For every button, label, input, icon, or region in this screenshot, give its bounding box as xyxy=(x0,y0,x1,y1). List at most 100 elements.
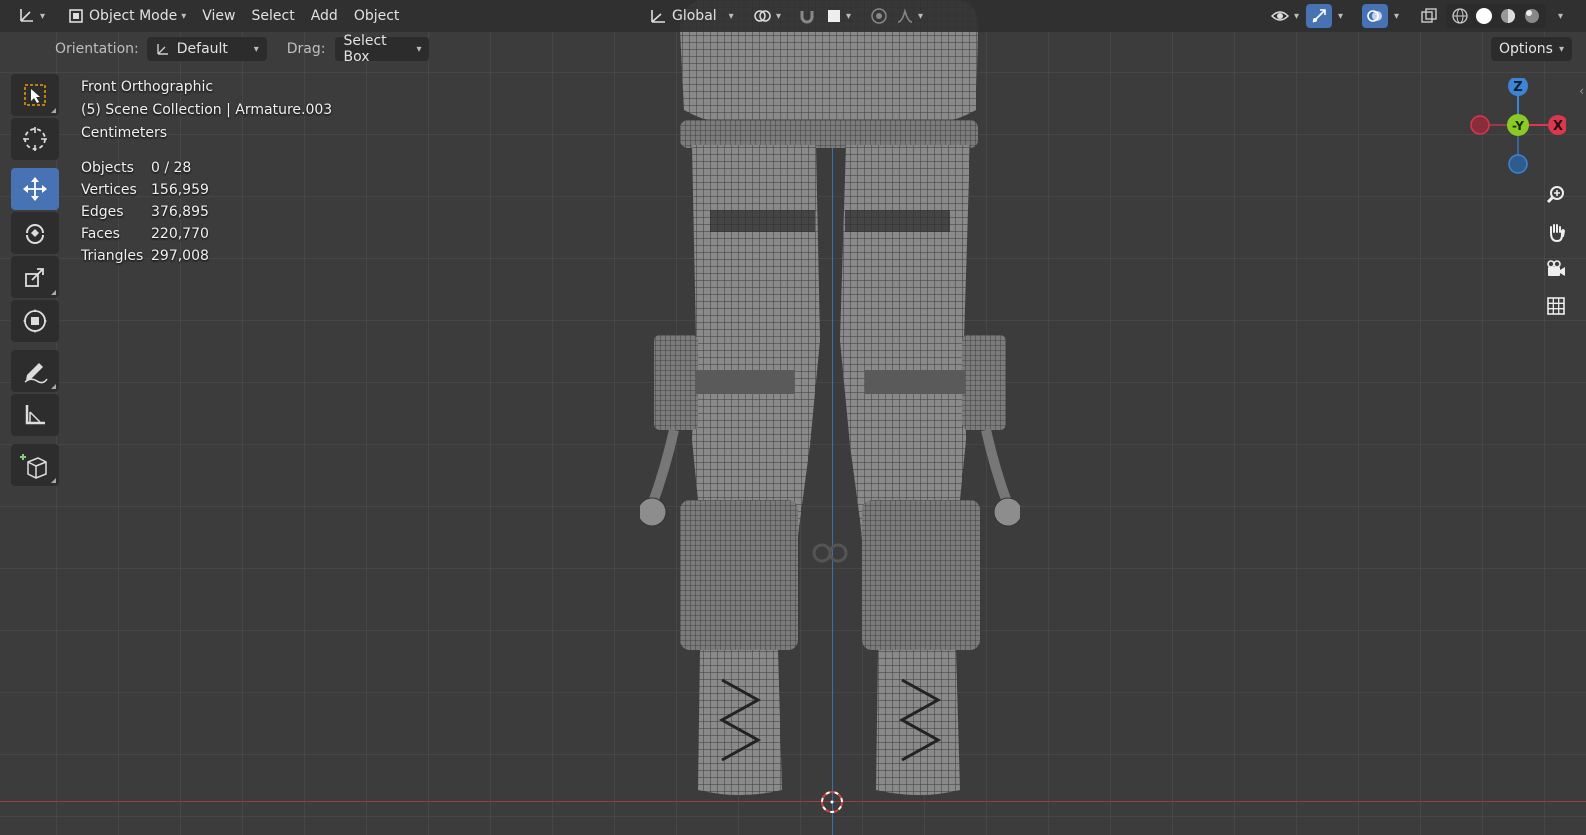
rendered-shading-icon[interactable] xyxy=(1522,6,1542,26)
gizmo-z-label: Z xyxy=(1513,80,1522,95)
annotate-tool[interactable] xyxy=(11,350,59,392)
sidebar-expand-arrow-icon[interactable]: ‹ xyxy=(1579,84,1584,98)
scene-statistics: Objects 0 / 28 Vertices 156,959 Edges 376,8… xyxy=(81,157,209,267)
stat-label: Faces xyxy=(81,226,120,242)
scale-icon xyxy=(25,268,44,287)
units-label: Centimeters xyxy=(81,125,168,141)
menu-view[interactable]: View xyxy=(194,8,243,24)
chevron-down-icon: ▾ xyxy=(1294,10,1300,22)
select-box-icon xyxy=(24,84,46,106)
rotate-icon xyxy=(26,224,44,244)
chevron-down-icon: ▾ xyxy=(181,10,187,22)
menu-object[interactable]: Object xyxy=(346,8,408,24)
orientation-dropdown[interactable]: Default ▾ xyxy=(146,37,267,61)
orientation-label: Global xyxy=(672,8,717,24)
zoom-view-button[interactable] xyxy=(1539,178,1573,212)
eye-icon xyxy=(1270,11,1290,21)
cursor-tool[interactable] xyxy=(11,118,59,160)
move-tool[interactable] xyxy=(11,168,59,210)
menu-add[interactable]: Add xyxy=(303,8,346,24)
character-wireframe-model[interactable] xyxy=(640,0,1020,805)
navigation-gizmo[interactable]: Z X -Y xyxy=(1470,78,1566,174)
add-cube-icon xyxy=(20,454,47,479)
shading-dropdown-chevron[interactable]: ▾ xyxy=(1550,4,1571,28)
chevron-down-icon: ▾ xyxy=(776,10,782,22)
toggle-perspective-button[interactable] xyxy=(1539,289,1573,323)
magnet-icon xyxy=(800,11,814,24)
material-preview-icon[interactable] xyxy=(1498,6,1518,26)
overlays-toggle[interactable] xyxy=(1362,4,1388,28)
proportional-editing-icon xyxy=(871,8,887,24)
wireframe-shading-icon[interactable] xyxy=(1450,6,1470,26)
chevron-down-icon: ▾ xyxy=(40,10,46,22)
gizmo-y-label: -Y xyxy=(1512,119,1524,133)
falloff-dropdown[interactable]: ▾ xyxy=(888,4,931,28)
measure-icon xyxy=(25,405,45,425)
orientation-axes-icon xyxy=(651,10,665,23)
pan-view-button[interactable] xyxy=(1539,215,1573,249)
solid-shading-icon[interactable] xyxy=(1474,6,1494,26)
hand-icon xyxy=(1550,224,1566,243)
tool-settings-bar: Orientation: Default ▾ Drag: Select Box … xyxy=(0,33,1586,65)
stat-label: Triangles xyxy=(81,248,144,264)
mode-label: Object Mode xyxy=(89,8,178,24)
move-icon xyxy=(23,177,47,201)
pivot-point-dropdown[interactable]: ▾ xyxy=(744,4,789,28)
cursor-icon xyxy=(23,127,47,151)
drag-dropdown[interactable]: Select Box ▾ xyxy=(335,33,430,65)
chevron-down-icon: ▾ xyxy=(918,10,924,22)
add-cube-tool[interactable] xyxy=(11,444,59,486)
select-box-tool[interactable] xyxy=(11,74,59,116)
xray-icon xyxy=(1421,8,1437,23)
tool-options-corner xyxy=(51,290,56,295)
orientation-gizmo-icon xyxy=(157,44,168,55)
chevron-down-icon: ▾ xyxy=(1558,43,1564,55)
shading-mode-group xyxy=(1446,4,1546,28)
gizmo-dropdown-chevron[interactable]: ▾ xyxy=(1330,4,1351,28)
stat-row: Vertices 156,959 xyxy=(81,179,209,201)
pivot-icon xyxy=(754,10,771,22)
gizmo-neg-x[interactable] xyxy=(1470,115,1490,135)
stat-value: 297,008 xyxy=(151,248,209,264)
falloff-curve-icon xyxy=(897,8,913,23)
gizmo-neg-z[interactable] xyxy=(1508,154,1528,174)
xray-toggle[interactable] xyxy=(1412,4,1446,28)
chevron-down-icon: ▾ xyxy=(846,10,852,22)
tool-options-corner xyxy=(51,384,56,389)
gizmo-toggle[interactable] xyxy=(1306,4,1332,28)
camera-view-button[interactable] xyxy=(1539,252,1573,286)
stat-row: Objects 0 / 28 xyxy=(81,157,209,179)
menu-select[interactable]: Select xyxy=(244,8,303,24)
chevron-down-icon: ▾ xyxy=(253,43,259,55)
visibility-dropdown[interactable]: ▾ xyxy=(1262,4,1307,28)
overlays-dropdown-chevron[interactable]: ▾ xyxy=(1386,4,1407,28)
viewport-header: ▾ Object Mode ▾ View Select Add Object G… xyxy=(0,0,1586,32)
tool-options-corner xyxy=(51,108,56,113)
options-dropdown[interactable]: Options ▾ xyxy=(1490,37,1572,61)
orientation-value: Default xyxy=(176,41,228,57)
gizmo-x-label: X xyxy=(1553,119,1563,134)
overlays-icon xyxy=(1367,10,1382,22)
mode-dropdown[interactable]: Object Mode ▾ xyxy=(59,4,194,28)
gizmo-icon xyxy=(1312,9,1326,23)
transform-tool[interactable] xyxy=(11,300,59,342)
stat-value: 0 / 28 xyxy=(151,160,192,176)
camera-icon xyxy=(1547,260,1565,276)
orientation-label: Orientation: xyxy=(55,41,139,57)
3d-cursor-icon[interactable] xyxy=(818,788,846,816)
measure-tool[interactable] xyxy=(11,394,59,436)
tool-shelf xyxy=(11,74,59,488)
editor-type-button[interactable]: ▾ xyxy=(10,4,53,28)
snap-target-dropdown[interactable]: ▾ xyxy=(818,4,859,28)
axes-icon xyxy=(20,9,33,22)
transform-icon xyxy=(23,309,47,333)
snap-increment-icon xyxy=(828,10,840,22)
transform-orientation-dropdown[interactable]: Global ▾ xyxy=(640,4,742,28)
scale-tool[interactable] xyxy=(11,256,59,298)
drag-label: Drag: xyxy=(286,41,326,57)
rotate-tool[interactable] xyxy=(11,212,59,254)
collection-info: (5) Scene Collection | Armature.003 xyxy=(81,102,333,118)
view-name: Front Orthographic xyxy=(81,79,214,95)
stat-row: Edges 376,895 xyxy=(81,201,209,223)
viewport-info-overlay: Front Orthographic (5) Scene Collection … xyxy=(81,76,332,145)
